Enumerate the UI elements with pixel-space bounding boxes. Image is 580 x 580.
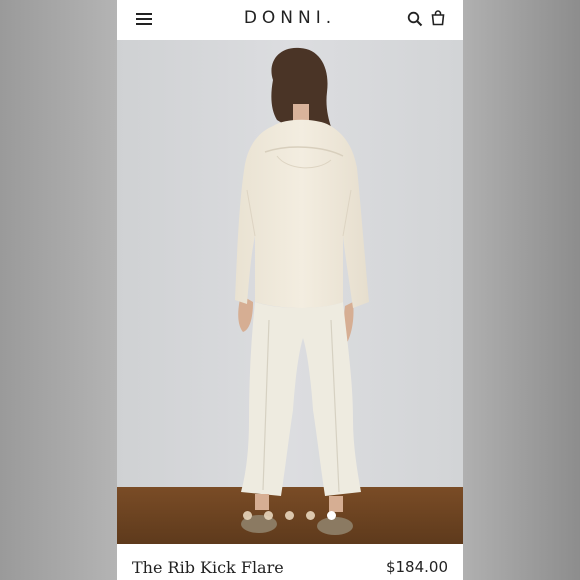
carousel-dot[interactable]	[285, 511, 294, 520]
carousel-dot[interactable]	[264, 511, 273, 520]
shopping-bag-icon[interactable]	[430, 10, 446, 26]
product-image[interactable]	[117, 40, 463, 544]
site-header: DONNI.	[117, 0, 463, 40]
carousel-dot[interactable]	[306, 511, 315, 520]
carousel-dot[interactable]	[243, 511, 252, 520]
phone-screen: DONNI. The Rib Kick Flare $184.00	[117, 0, 463, 580]
backdrop-left	[0, 0, 117, 580]
search-icon[interactable]	[407, 11, 423, 27]
backdrop-right	[463, 0, 580, 580]
product-price: $184.00	[385, 558, 448, 576]
model-neck	[293, 104, 309, 122]
product-name: The Rib Kick Flare	[132, 558, 284, 577]
carousel-dot[interactable]	[327, 511, 336, 520]
carousel-dots	[117, 511, 463, 523]
